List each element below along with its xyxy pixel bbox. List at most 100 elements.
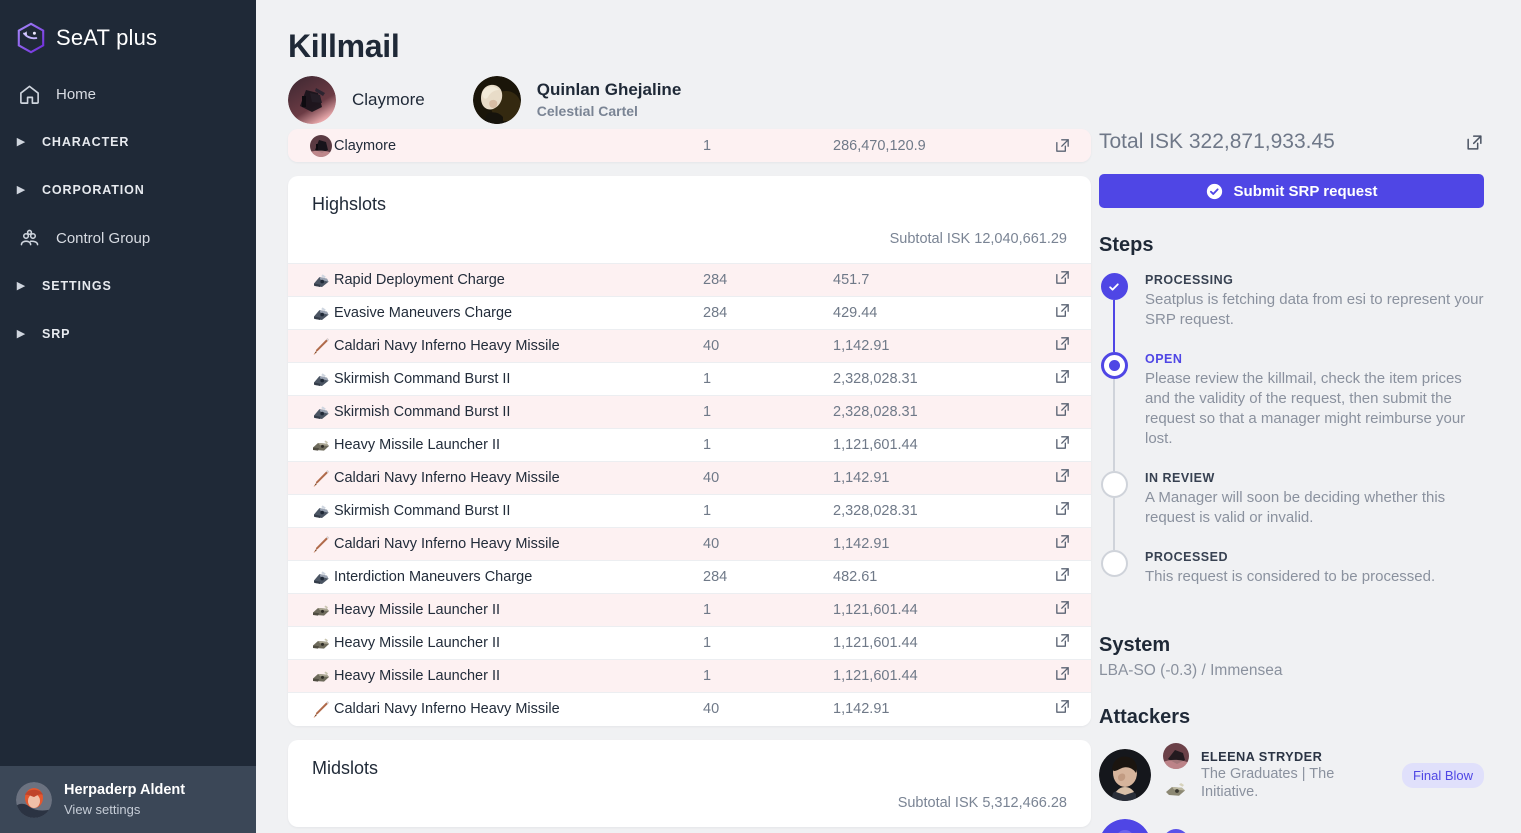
item-edit-cell[interactable] [1033, 329, 1091, 363]
item-icon-cell [288, 362, 334, 396]
edit-square-pencil-icon[interactable] [1054, 698, 1071, 715]
items-table-highslots: Rapid Deployment Charge 284 451.7 Evasive M… [288, 263, 1091, 726]
step-marker [1099, 549, 1129, 609]
sidebar-item-home[interactable]: Home [0, 70, 256, 118]
edit-square-pencil-icon[interactable] [1054, 269, 1071, 286]
item-icon-cell [288, 296, 334, 330]
sidebar-item-control-group[interactable]: Control Group [0, 214, 256, 262]
item-edit-cell[interactable] [1033, 494, 1091, 528]
item-qty: 284 [703, 296, 833, 330]
item-name: Rapid Deployment Charge [334, 263, 703, 297]
edit-square-pencil-icon[interactable] [1054, 599, 1071, 616]
table-row[interactable]: Rapid Deployment Charge 284 451.7 [288, 263, 1091, 297]
item-edit-cell[interactable] [1033, 461, 1091, 495]
edit-square-pencil-icon[interactable] [1054, 335, 1071, 352]
step-connector [1113, 497, 1115, 550]
weapon-thumb-icon [1163, 776, 1189, 807]
table-row[interactable]: Caldari Navy Inferno Heavy Missile 40 1,14… [288, 461, 1091, 495]
attacker-row[interactable]: ELEENA STRYDER The Graduates | The Initia… [1099, 743, 1484, 807]
attacker-row[interactable]: ?THE TEVA SOVIET [1099, 819, 1484, 833]
edit-square-pencil-icon[interactable] [1465, 133, 1484, 152]
attacker-text: ELEENA STRYDER The Graduates | The Initia… [1201, 749, 1390, 803]
table-row[interactable]: Skirmish Command Burst II 1 2,328,028.31 [288, 494, 1091, 528]
item-edit-cell[interactable] [1033, 527, 1091, 561]
attacker-avatar [1099, 819, 1151, 833]
item-edit-cell[interactable] [1033, 428, 1091, 462]
steps-list: PROCESSING Seatplus is fetching data from… [1099, 273, 1484, 608]
step-connector [1113, 378, 1115, 471]
table-row[interactable]: Skirmish Command Burst II 1 2,328,028.31 [288, 395, 1091, 429]
edit-square-pencil-icon[interactable] [1054, 401, 1071, 418]
item-edit-cell[interactable] [1033, 395, 1091, 429]
attackers-list: ELEENA STRYDER The Graduates | The Initia… [1099, 743, 1484, 833]
submit-srp-request-button[interactable]: Submit SRP request [1099, 174, 1484, 208]
item-edit-cell[interactable] [1033, 692, 1091, 726]
edit-square-pencil-icon[interactable] [1054, 665, 1071, 682]
item-price: 1,121,601.44 [833, 626, 1033, 660]
victim-pilot-text: Quinlan Ghejaline Celestial Cartel [537, 80, 682, 120]
victim-ship[interactable]: Claymore [288, 76, 425, 124]
table-row[interactable]: Heavy Missile Launcher II 1 1,121,601.44 [288, 659, 1091, 693]
table-row[interactable]: Claymore 1 286,470,120.9 [288, 129, 1091, 162]
item-edit-cell[interactable] [1033, 296, 1091, 330]
item-price: 1,121,601.44 [833, 659, 1033, 693]
table-row[interactable]: Skirmish Command Burst II 1 2,328,028.31 [288, 362, 1091, 396]
item-edit-cell[interactable] [1033, 626, 1091, 660]
table-row[interactable]: Caldari Navy Inferno Heavy Missile 40 1,14… [288, 527, 1091, 561]
hull-price: 286,470,120.9 [833, 137, 926, 154]
sidebar-group-srp[interactable]: ▶ SRP [0, 310, 256, 358]
table-row[interactable]: Evasive Maneuvers Charge 284 429.44 [288, 296, 1091, 330]
total-isk-label: Total ISK 322,871,933.45 [1099, 130, 1335, 153]
step-label: PROCESSING [1145, 273, 1234, 287]
sidebar-user-footer[interactable]: Herpaderp Aldent View settings [0, 766, 256, 833]
item-price: 451.7 [833, 263, 1033, 297]
item-edit-cell[interactable] [1033, 362, 1091, 396]
table-row[interactable]: Caldari Navy Inferno Heavy Missile 40 1,14… [288, 692, 1091, 726]
edit-cell[interactable] [1033, 137, 1091, 154]
table-row[interactable]: Interdiction Maneuvers Charge 284 482.61 [288, 560, 1091, 594]
sidebar-item-control-group-label: Control Group [56, 229, 151, 247]
missile-icon [310, 467, 334, 489]
users-group-icon [16, 225, 42, 251]
home-icon [16, 81, 42, 107]
item-edit-cell[interactable] [1033, 659, 1091, 693]
edit-square-pencil-icon[interactable] [1054, 632, 1071, 649]
edit-square-pencil-icon[interactable] [1054, 137, 1071, 154]
charge-icon [310, 302, 334, 324]
item-price: 2,328,028.31 [833, 494, 1033, 528]
attacker-thumbs: ? [1163, 828, 1189, 833]
item-edit-cell[interactable] [1033, 593, 1091, 627]
step-description: Seatplus is fetching data from esi to re… [1145, 291, 1484, 328]
edit-square-pencil-icon[interactable] [1054, 368, 1071, 385]
ship-thumb-icon [1163, 743, 1189, 774]
edit-square-pencil-icon[interactable] [1054, 467, 1071, 484]
item-qty: 40 [703, 329, 833, 363]
step-item: PROCESSED This request is considered to b… [1099, 549, 1484, 609]
step-dot-icon [1100, 351, 1128, 379]
brand[interactable]: SeAT plus [0, 0, 256, 56]
edit-square-pencil-icon[interactable] [1054, 434, 1071, 451]
sidebar-user-settings-link[interactable]: View settings [64, 801, 185, 819]
item-qty: 1 [703, 494, 833, 528]
table-row[interactable]: Heavy Missile Launcher II 1 1,121,601.44 [288, 593, 1091, 627]
step-marker [1099, 470, 1129, 550]
edit-square-pencil-icon[interactable] [1054, 566, 1071, 583]
step-dot-icon [1100, 549, 1128, 577]
sidebar-group-settings[interactable]: ▶ SETTINGS [0, 262, 256, 310]
step-body: OPEN Please review the killmail, check th… [1145, 352, 1484, 471]
sidebar-group-corporation[interactable]: ▶ CORPORATION [0, 166, 256, 214]
sidebar-group-character[interactable]: ▶ CHARACTER [0, 118, 256, 166]
edit-square-pencil-icon[interactable] [1054, 500, 1071, 517]
check-circle-icon [1206, 183, 1223, 200]
item-edit-cell[interactable] [1033, 560, 1091, 594]
table-row[interactable]: Heavy Missile Launcher II 1 1,121,601.44 [288, 428, 1091, 462]
edit-square-pencil-icon[interactable] [1054, 533, 1071, 550]
table-row[interactable]: Heavy Missile Launcher II 1 1,121,601.44 [288, 626, 1091, 660]
edit-square-pencil-icon[interactable] [1054, 302, 1071, 319]
victim-pilot[interactable]: Quinlan Ghejaline Celestial Cartel [472, 76, 682, 124]
table-row[interactable]: Caldari Navy Inferno Heavy Missile 40 1,14… [288, 329, 1091, 363]
item-edit-cell[interactable] [1033, 263, 1091, 297]
main-content: Killmail Claymore Quinlan Ghejaline Cele… [256, 0, 1521, 833]
item-qty: 1 [703, 659, 833, 693]
missile-icon [310, 698, 334, 720]
